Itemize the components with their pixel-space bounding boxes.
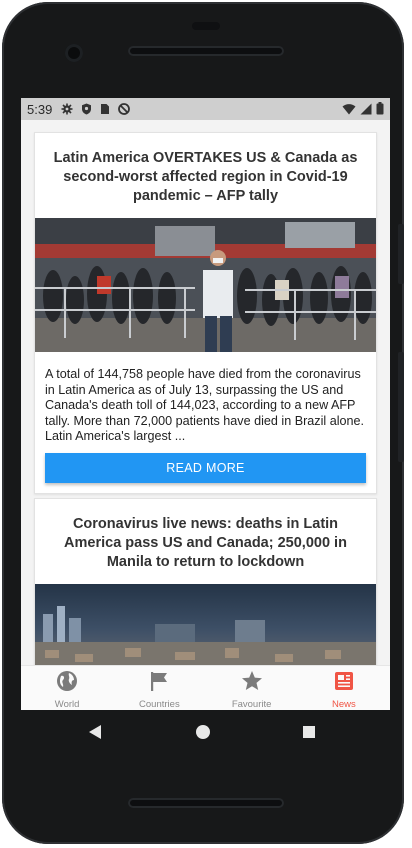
news-card[interactable]: Coronavirus live news: deaths in Latin A…: [34, 498, 377, 666]
flag-icon: [148, 670, 170, 697]
volume-button: [398, 224, 404, 284]
nav-world[interactable]: World: [21, 666, 113, 710]
proximity-sensor: [192, 22, 220, 30]
power-button: [398, 352, 404, 462]
article-title[interactable]: Latin America OVERTAKES US & Canada as s…: [35, 133, 376, 218]
do-not-disturb-icon: [117, 102, 131, 116]
article-image[interactable]: [35, 218, 376, 357]
news-feed[interactable]: Latin America OVERTAKES US & Canada as s…: [21, 120, 390, 666]
earpiece-speaker: [128, 46, 284, 56]
bottom-speaker: [128, 798, 284, 808]
settings-icon: [60, 102, 74, 116]
newspaper-icon: [333, 670, 355, 697]
system-navigation-bar: [2, 710, 404, 754]
star-icon: [241, 670, 263, 697]
article-title[interactable]: Coronavirus live news: deaths in Latin A…: [35, 499, 376, 584]
home-icon[interactable]: [195, 724, 211, 745]
nav-label: News: [331, 699, 356, 710]
recents-icon[interactable]: [302, 725, 316, 744]
sim-card-icon: [98, 102, 112, 116]
front-camera: [65, 44, 83, 62]
phone-frame: 5:39 Latin America OVERTAKES US & Canada…: [2, 2, 404, 844]
bottom-navigation: World Countries Favourite News: [21, 665, 390, 710]
nav-label: World: [54, 699, 80, 710]
battery-icon: [376, 102, 384, 118]
status-time: 5:39: [27, 101, 53, 117]
nav-label: Favourite: [231, 699, 272, 710]
status-bar: 5:39: [21, 98, 390, 120]
wifi-icon: [342, 103, 356, 118]
nav-news[interactable]: News: [298, 666, 390, 710]
nav-label: Countries: [139, 699, 180, 710]
article-image[interactable]: [35, 584, 376, 666]
read-more-button[interactable]: READ MORE: [45, 452, 366, 483]
app-screen: 5:39 Latin America OVERTAKES US & Canada…: [21, 98, 390, 710]
globe-icon: [56, 670, 78, 697]
nav-favourite[interactable]: Favourite: [206, 666, 298, 710]
back-icon[interactable]: [88, 724, 102, 745]
nav-countries[interactable]: Countries: [113, 666, 205, 710]
news-card[interactable]: Latin America OVERTAKES US & Canada as s…: [34, 132, 377, 494]
cellular-signal-icon: [360, 103, 372, 118]
article-description: A total of 144,758 people have died from…: [45, 367, 365, 443]
shield-icon: [79, 102, 93, 116]
